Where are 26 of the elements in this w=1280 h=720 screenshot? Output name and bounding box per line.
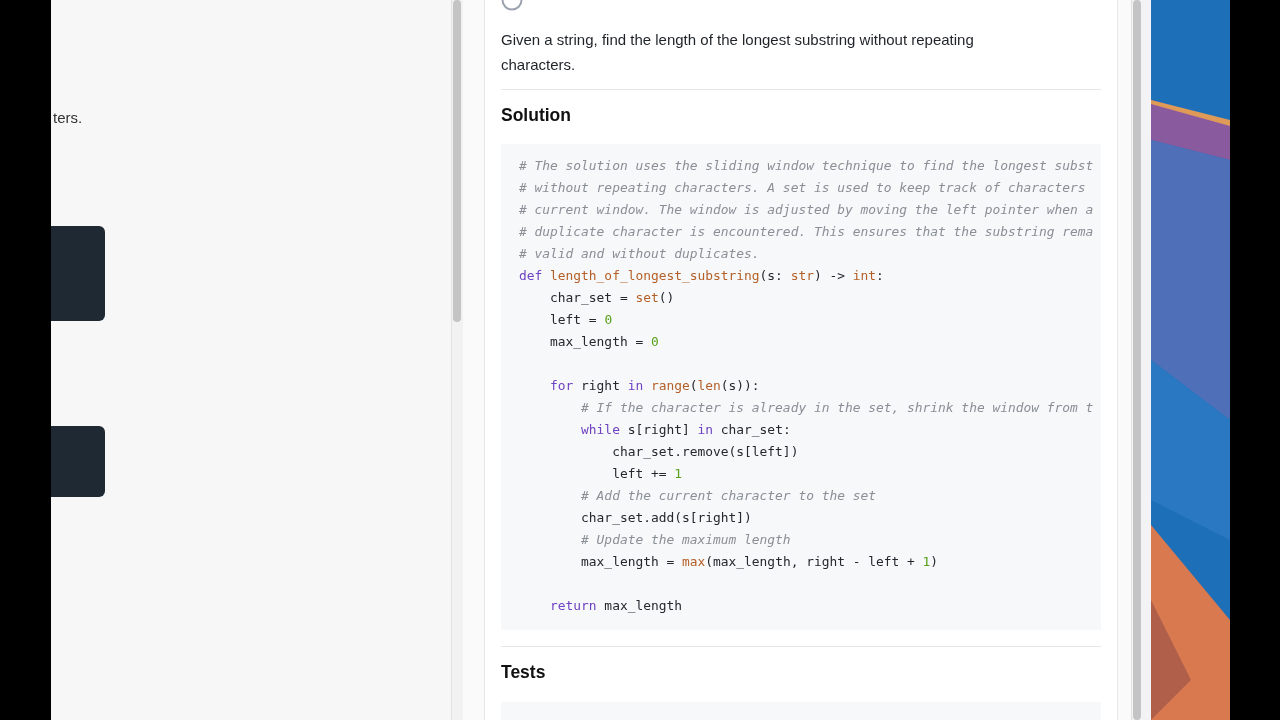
code-line: while s[right] in char_set: — [580, 421, 791, 439]
code-line: return max_length — [549, 597, 682, 615]
description-text: ters. — [52, 108, 83, 128]
section-heading: Tests — [501, 661, 547, 684]
code-line: max_length = 0 — [549, 333, 659, 351]
code-line: max_length = max(max_length, right - left + 1) — [580, 553, 939, 571]
code-line: char_set.remove(s[left]) — [611, 443, 799, 461]
scrollbar-thumb[interactable] — [453, 0, 461, 322]
dark-card — [51, 426, 105, 497]
code-line: # Add the current character to the set — [580, 487, 876, 505]
code-line: # duplicate character is encountered. This ensures that the substring rema — [519, 223, 1094, 241]
code-line: # Update the maximum length — [580, 531, 791, 549]
section-heading: Solution — [501, 104, 572, 127]
code-line: # The solution uses the sliding window technique to find the longest subst — [519, 157, 1094, 175]
question-text: Given a string, find the length of the longest substring without repeating characters. — [501, 30, 975, 75]
code-line: char_set.add(s[right]) — [580, 509, 752, 527]
code-line: # without repeating characters. A set is used to keep track of characters — [519, 179, 1086, 197]
code-line: def length_of_longest_substring(s: str) -> int: — [519, 267, 884, 285]
code-line: # If the character is already in the set, shrink the window from t — [580, 399, 1094, 417]
code-line: # current window. The window is adjusted by moving the left pointer when a — [519, 201, 1094, 219]
scrollbar-thumb[interactable] — [1133, 0, 1141, 720]
code-line: # valid and without duplicates. — [519, 245, 760, 263]
code-line: left = 0 — [549, 311, 613, 329]
code-line: char_set = set() — [549, 289, 675, 307]
code-line: for right in range(len(s)): — [549, 377, 760, 395]
code-line: left += 1 — [611, 465, 682, 483]
